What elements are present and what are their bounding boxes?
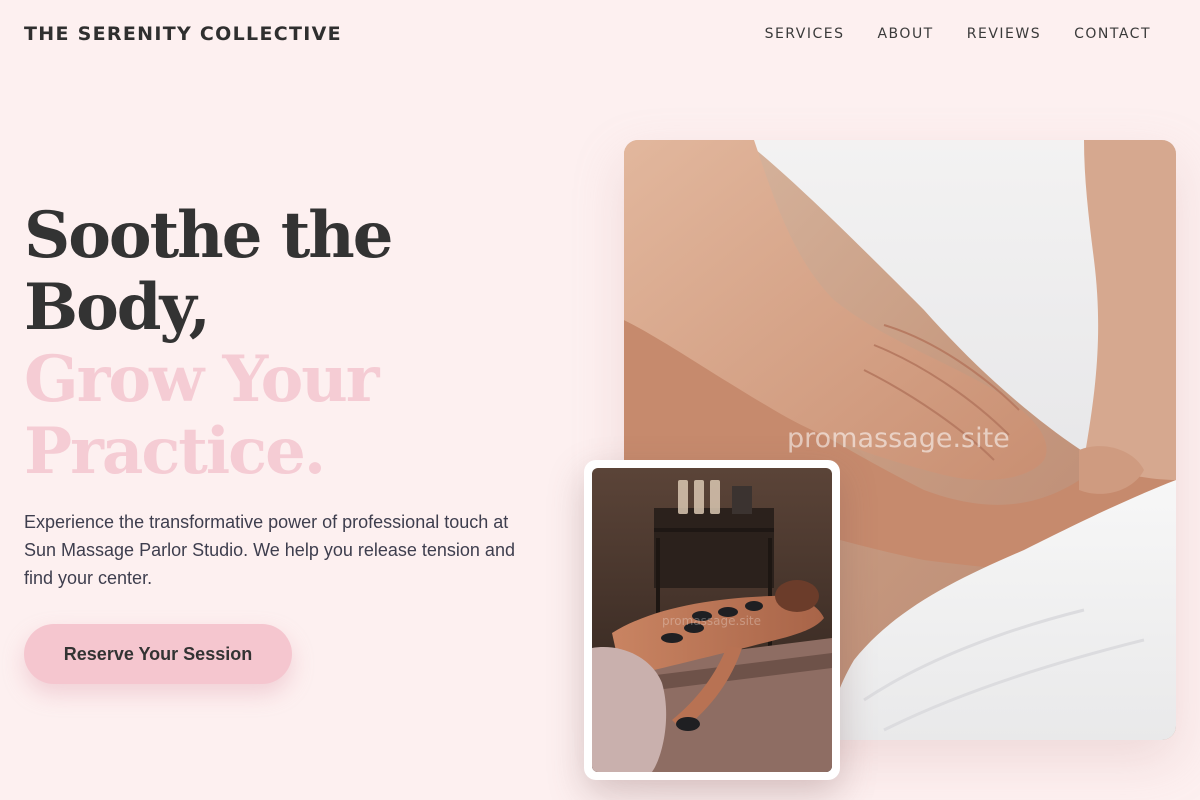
headline-line-1: Soothe the — [24, 198, 394, 273]
site-header: THE SERENITY COLLECTIVE SERVICES ABOUT R… — [0, 0, 1200, 68]
main-nav: SERVICES ABOUT REVIEWS CONTACT — [765, 26, 1176, 42]
hero-headline: Soothe the Body, Grow Your Practice. — [24, 200, 544, 488]
brand-logo[interactable]: THE SERENITY COLLECTIVE — [24, 23, 342, 45]
nav-link-reviews[interactable]: REVIEWS — [967, 26, 1041, 42]
nav-link-services[interactable]: SERVICES — [765, 26, 845, 42]
hot-stone-image: promassage.site — [592, 468, 832, 772]
inset-image-watermark: promassage.site — [662, 614, 762, 628]
nav-link-about[interactable]: ABOUT — [877, 26, 933, 42]
headline-accent-line-2: Practice. — [24, 414, 326, 489]
landing-page: THE SERENITY COLLECTIVE SERVICES ABOUT R… — [0, 0, 1200, 800]
hero-inset-card: promassage.site — [584, 460, 840, 780]
reserve-session-button[interactable]: Reserve Your Session — [24, 624, 292, 684]
nav-link-contact[interactable]: CONTACT — [1074, 26, 1151, 42]
headline-accent-line-1: Grow Your — [24, 342, 380, 417]
hero-description: Experience the transformative power of p… — [24, 512, 515, 588]
headline-line-2: Body, — [24, 270, 211, 345]
main-image-watermark: promassage.site — [787, 423, 1010, 454]
